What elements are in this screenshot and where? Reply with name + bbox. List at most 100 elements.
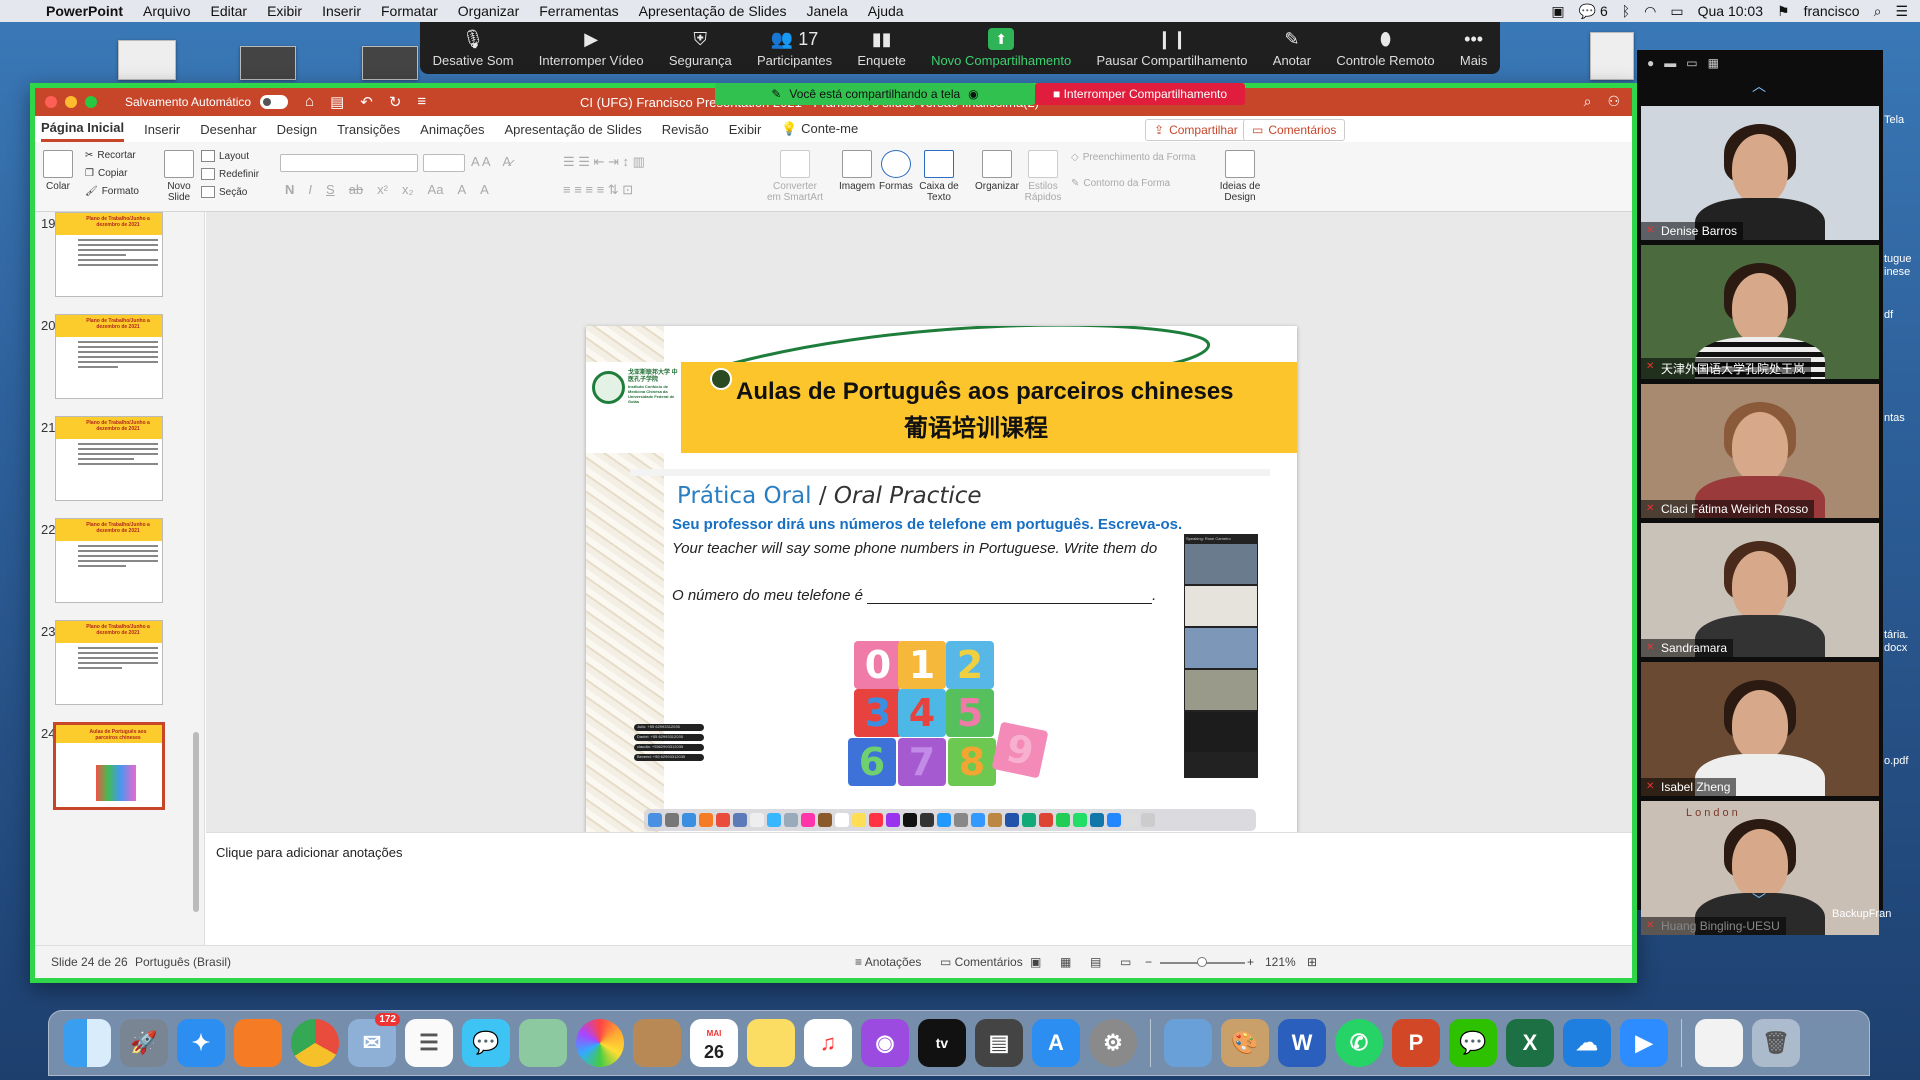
zoom-level[interactable]: 121% [1265,955,1296,969]
share-person-icon[interactable]: ⚇ [1607,93,1620,110]
slide-thumbnail-20[interactable]: Plano de Trabalho/Junho a dezembro de 20… [55,314,163,399]
bluetooth-icon[interactable]: ᛒ [1622,3,1630,19]
wechat-icon[interactable]: 💬 [1449,1019,1497,1067]
tab-desenhar[interactable]: Desenhar [200,118,256,141]
search-icon[interactable]: ⌕ [1584,93,1592,110]
participant-video-tile[interactable]: Sandramara [1641,523,1879,657]
textbox-button[interactable]: Caixa de Texto [919,150,959,203]
menu-inserir[interactable]: Inserir [322,3,361,19]
annotate-button[interactable]: ✎ Anotar [1273,28,1311,68]
mute-button[interactable]: 🎙 Desative Som [433,28,514,68]
powerpoint-icon[interactable]: P [1392,1019,1440,1067]
desktop-file-icon[interactable] [362,46,418,80]
zoom-in-button[interactable]: + [1247,955,1254,969]
desktop-file-icon[interactable] [118,40,176,80]
smartart-button[interactable]: Converter em SmartArt [765,150,825,203]
gallery-minimize-icon[interactable]: ▬ [1664,56,1676,70]
shapes-button[interactable]: Formas [879,150,913,192]
slide-thumbnail-19[interactable]: Plano de Trabalho/Junho a dezembro de 20… [55,212,163,297]
new-share-button[interactable]: ⬆ Novo Compartilhamento [931,28,1071,68]
menu-user[interactable]: francisco [1804,3,1860,19]
tab-design[interactable]: Design [277,118,317,141]
gallery-close-icon[interactable]: ● [1647,56,1654,70]
image-button[interactable]: Imagem [839,150,875,192]
search-icon[interactable]: ⌕ [1874,3,1882,20]
minimize-window-button[interactable] [65,96,77,108]
messages-icon[interactable]: 💬 [462,1019,510,1067]
poll-button[interactable]: ▮▮ Enquete [857,28,905,68]
quick-styles-button[interactable]: Estilos Rápidos [1023,150,1063,203]
maps-icon[interactable] [519,1019,567,1067]
save-icon[interactable]: ▤ [330,93,344,111]
desktop-file-label[interactable]: BackupFran [1832,908,1891,920]
menu-ajuda[interactable]: Ajuda [868,3,904,19]
gallery-grid-icon[interactable]: ▦ [1708,56,1719,70]
appletv-icon[interactable]: tv [918,1019,966,1067]
chrome-icon[interactable] [291,1019,339,1067]
slide-thumbnail-21[interactable]: Plano de Trabalho/Junho a dezembro de 20… [55,416,163,501]
redo-icon[interactable]: ↻ [389,93,402,111]
comments-toggle[interactable]: ▭ Comentários [940,955,1023,969]
preview-icon[interactable] [1164,1019,1212,1067]
tab-pagina-inicial[interactable]: Página Inicial [41,116,125,142]
paint-icon[interactable]: 🎨 [1221,1019,1269,1067]
contacts-icon[interactable] [633,1019,681,1067]
zoom-slider-handle[interactable] [1197,957,1207,967]
menu-apresentacao[interactable]: Apresentação de Slides [639,3,787,19]
font-size-select[interactable] [423,154,465,172]
share-button[interactable]: ⇪ Compartilhar [1145,119,1247,141]
shape-fill-button[interactable]: ◇ Preenchimento da Forma [1071,152,1196,163]
reminders-icon[interactable]: ☰ [405,1019,453,1067]
menu-janela[interactable]: Janela [806,3,847,19]
word-icon[interactable]: W [1278,1019,1326,1067]
section-button[interactable]: Seção [201,186,247,198]
finder-icon[interactable] [63,1019,111,1067]
shape-outline-button[interactable]: ✎ Contorno da Forma [1071,178,1170,189]
document-icon[interactable] [1695,1019,1743,1067]
slide-thumbnail-23[interactable]: Plano de Trabalho/Junho a dezembro de 20… [55,620,163,705]
control-center-icon[interactable]: ☰ [1895,3,1908,20]
menu-app-name[interactable]: PowerPoint [46,3,123,19]
fit-slide-icon[interactable]: ⊞ [1307,955,1317,969]
participant-video-tile[interactable]: Isabel Zheng [1641,662,1879,796]
launchpad-icon[interactable]: 🚀 [120,1019,168,1067]
arrange-button[interactable]: Organizar [975,150,1019,192]
zoom-out-button[interactable]: − [1145,955,1152,969]
notes-icon[interactable] [747,1019,795,1067]
firefox-icon[interactable] [234,1019,282,1067]
slideshow-view-icon[interactable]: ▭ [1120,955,1131,969]
menu-ferramentas[interactable]: Ferramentas [539,3,618,19]
calendar-icon[interactable]: MAI 26 [690,1019,738,1067]
notes-pane[interactable]: Clique para adicionar anotações [206,832,1632,945]
design-ideas-button[interactable]: Ideias de Design [1215,150,1265,203]
menu-organizar[interactable]: Organizar [458,3,519,19]
cut-button[interactable]: ✂ Recortar [85,150,136,161]
sorter-view-icon[interactable]: ▦ [1060,955,1071,969]
mail-icon[interactable]: ✉ 172 [348,1013,400,1067]
stop-video-button[interactable]: ▶ Interromper Vídeo [539,28,644,68]
stop-sharing-button[interactable]: ■ Interromper Compartilhamento [1035,83,1245,105]
tab-transicoes[interactable]: Transições [337,118,400,141]
align-buttons[interactable]: ≡ ≡ ≡ ≡ ⇅ ⊡ [563,182,633,198]
desktop-file-icon[interactable] [1590,32,1634,80]
camera-status-icon[interactable]: ▣ [1551,3,1564,20]
security-button[interactable]: ⛨ Segurança [669,28,732,68]
menu-exibir[interactable]: Exibir [267,3,302,19]
desktop-file-icon[interactable] [240,46,296,80]
participant-video-tile[interactable]: Denise Barros [1641,106,1879,240]
current-slide[interactable]: 戈亚斯联邦大学 中医孔子学院 Instituto Confúcio de Medi… [586,326,1297,859]
reset-button[interactable]: Redefinir [201,168,259,180]
menu-editar[interactable]: Editar [210,3,247,19]
appstore-icon[interactable]: A [1032,1019,1080,1067]
battery-icon[interactable]: ▭ [1670,3,1683,20]
printer-icon[interactable]: ▤ [975,1019,1023,1067]
customize-toolbar-icon[interactable]: ≡ [417,93,426,111]
whatsapp-icon[interactable]: ✆ [1335,1019,1383,1067]
settings-icon[interactable]: ⚙ [1089,1019,1137,1067]
home-icon[interactable]: ⌂ [305,93,314,111]
undo-icon[interactable]: ↶ [360,93,373,111]
excel-icon[interactable]: X [1506,1019,1554,1067]
tab-revisao[interactable]: Revisão [662,118,709,141]
safari-icon[interactable]: ✦ [177,1019,225,1067]
copy-button[interactable]: ❐ Copiar [85,168,127,179]
